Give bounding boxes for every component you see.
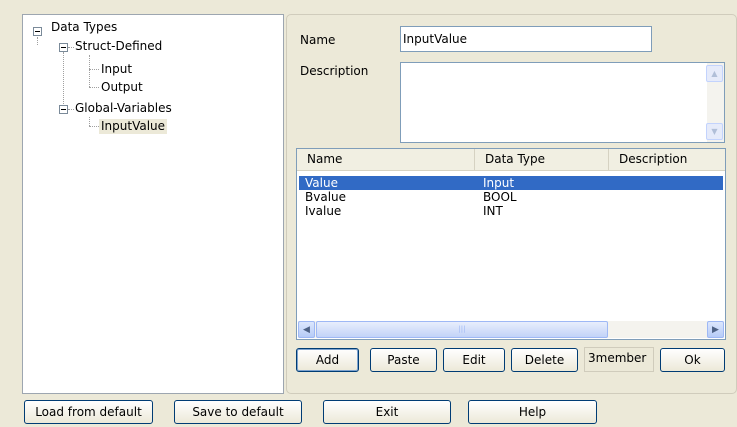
column-header-name[interactable]: Name xyxy=(297,149,475,171)
tree-connector xyxy=(37,37,38,45)
tree-node-output[interactable]: Output xyxy=(101,80,143,95)
collapse-icon[interactable] xyxy=(59,105,68,114)
tree-connector xyxy=(89,117,90,126)
tree-connector xyxy=(63,52,64,110)
cell-data-type: INT xyxy=(483,204,503,218)
arrow-right-icon[interactable]: ▶ xyxy=(707,321,724,338)
arrow-up-icon[interactable]: ▲ xyxy=(706,65,723,82)
table-row[interactable]: Bvalue BOOL xyxy=(299,190,723,204)
collapse-icon[interactable] xyxy=(59,43,68,52)
exit-button[interactable]: Exit xyxy=(323,400,451,424)
delete-button[interactable]: Delete xyxy=(511,348,578,372)
tree-connector xyxy=(68,47,74,48)
name-label: Name xyxy=(300,33,336,47)
help-button[interactable]: Help xyxy=(468,400,597,424)
tree-connector xyxy=(89,55,90,87)
paste-button[interactable]: Paste xyxy=(370,348,437,372)
tree-node-input[interactable]: Input xyxy=(101,62,132,77)
arrow-down-icon[interactable]: ▼ xyxy=(706,123,723,140)
description-scrollbar[interactable]: ▲ ▼ xyxy=(706,63,724,142)
cell-name: Bvalue xyxy=(305,190,347,204)
description-label: Description xyxy=(300,64,369,78)
ok-button[interactable]: Ok xyxy=(660,348,725,372)
member-count: 3member xyxy=(584,347,654,372)
edit-button[interactable]: Edit xyxy=(443,348,505,372)
column-header-description[interactable]: Description xyxy=(609,149,725,171)
tree-node-inputvalue[interactable]: InputValue xyxy=(99,119,168,134)
tree-connector xyxy=(89,87,99,88)
load-from-default-button[interactable]: Load from default xyxy=(24,400,153,424)
tree-node-struct-defined[interactable]: Struct-Defined xyxy=(75,39,162,54)
tree-connector xyxy=(89,126,99,127)
save-to-default-button[interactable]: Save to default xyxy=(174,400,302,424)
tree-connector xyxy=(68,109,74,110)
horizontal-scrollbar[interactable]: ◀ ||| ▶ xyxy=(298,321,724,338)
cell-data-type: BOOL xyxy=(483,190,517,204)
description-textarea[interactable]: ▲ ▼ xyxy=(400,62,725,143)
cell-data-type: Input xyxy=(483,176,515,190)
arrow-left-icon[interactable]: ◀ xyxy=(298,321,315,338)
collapse-icon[interactable] xyxy=(33,27,42,36)
add-button[interactable]: Add xyxy=(296,348,359,372)
cell-name: Ivalue xyxy=(305,204,342,218)
data-types-tree[interactable]: Data Types Struct-Defined Input Output G… xyxy=(22,14,284,394)
table-row[interactable]: Ivalue INT xyxy=(299,204,723,218)
name-input[interactable]: InputValue xyxy=(400,26,652,52)
scrollbar-thumb[interactable]: ||| xyxy=(316,321,608,338)
tree-node-data-types[interactable]: Data Types xyxy=(51,20,117,35)
cell-name: Value xyxy=(305,176,338,190)
column-header-data-type[interactable]: Data Type xyxy=(475,149,609,171)
tree-connector xyxy=(89,69,99,70)
table-row[interactable]: Value Input xyxy=(299,176,723,190)
tree-node-global-variables[interactable]: Global-Variables xyxy=(75,101,172,116)
members-table[interactable]: Name Data Type Description Value Input B… xyxy=(296,148,726,340)
